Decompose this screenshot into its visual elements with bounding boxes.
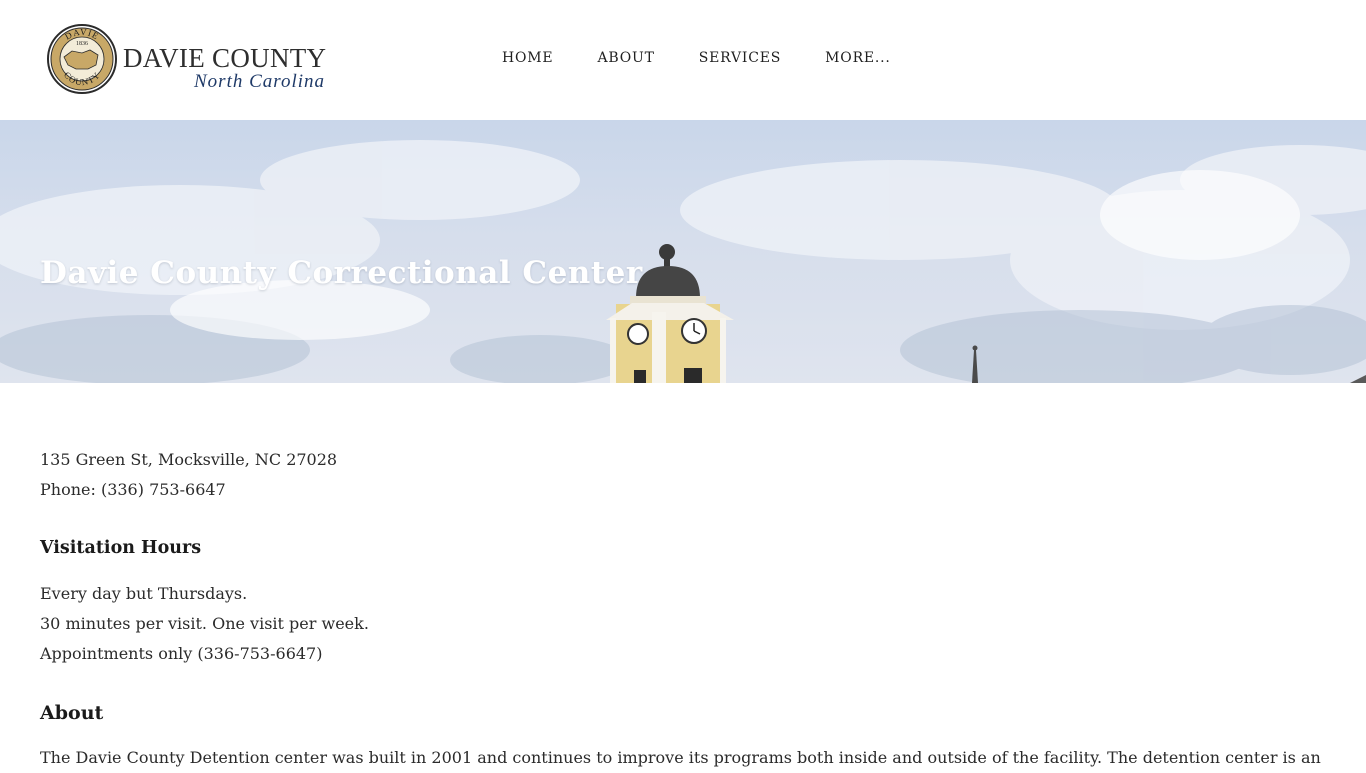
nav-more[interactable]: MORE...	[825, 50, 891, 66]
logo-title: DAVIE COUNTY	[123, 43, 327, 73]
county-seal-icon: DAVIE COUNTY 1836	[47, 24, 117, 94]
main-nav: HOME ABOUT SERVICES MORE...	[480, 50, 913, 66]
hero-banner: Davie County Correctional Center	[0, 120, 1366, 383]
page-title: Davie County Correctional Center	[40, 255, 643, 291]
courthouse-clock-tower-image	[0, 140, 1366, 383]
site-header: DAVIE COUNTY 1836 DAVIE COUNTY North Car…	[0, 0, 1366, 120]
nav-services[interactable]: SERVICES	[699, 50, 781, 66]
nav-about[interactable]: ABOUT	[597, 50, 654, 66]
visitation-line: Appointments only (336-753-6647)	[40, 644, 323, 663]
main-content: 135 Green St, Mocksville, NC 27028 Phone…	[40, 445, 1330, 773]
seal-year-text: 1836	[76, 41, 88, 47]
address-text: 135 Green St, Mocksville, NC 27028	[40, 450, 338, 469]
visitation-heading: Visitation Hours	[40, 538, 202, 558]
visitation-line: Every day but Thursdays.	[40, 584, 248, 603]
logo-subtitle: North Carolina	[194, 71, 326, 92]
phone-text: Phone: (336) 753-6647	[40, 480, 226, 499]
visitation-line: 30 minutes per visit. One visit per week…	[40, 614, 369, 633]
site-logo-link[interactable]: DAVIE COUNTY 1836 DAVIE COUNTY North Car…	[46, 23, 336, 97]
about-heading: About	[40, 702, 104, 724]
nav-home[interactable]: HOME	[502, 50, 553, 66]
visitation-details: Every day but Thursdays. 30 minutes per …	[40, 579, 1330, 669]
about-paragraph: The Davie County Detention center was bu…	[40, 748, 1321, 767]
